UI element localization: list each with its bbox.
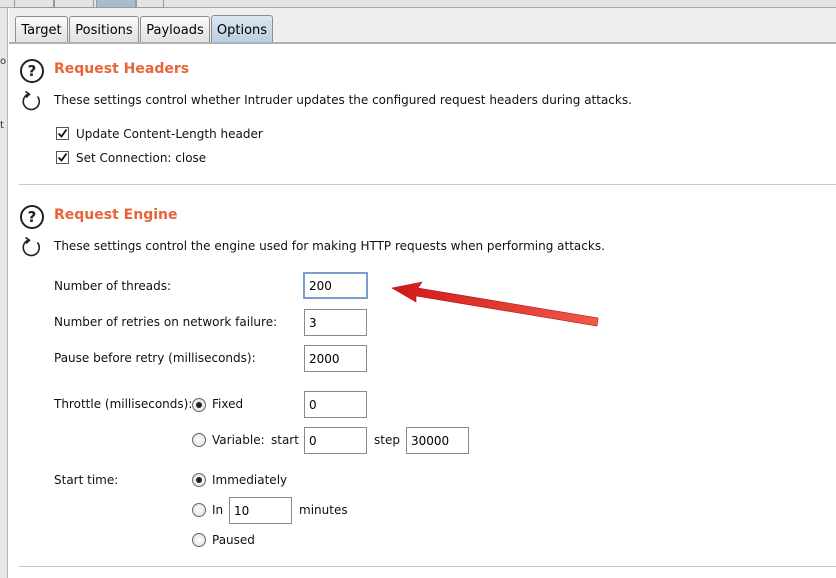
help-icon[interactable]: ? (20, 59, 44, 83)
step-label: step (374, 433, 400, 447)
retries-label: Number of retries on network failure: (54, 315, 278, 329)
section-description: These settings control whether Intruder … (54, 93, 632, 107)
left-panel-fragment: t (0, 120, 4, 131)
tab-payloads[interactable]: Payloads (140, 16, 210, 44)
outer-tab[interactable] (14, 0, 54, 8)
radio-label: In (212, 503, 224, 517)
radio-label: Variable: (212, 433, 265, 447)
start-paused-radio[interactable] (192, 533, 206, 547)
outer-tab[interactable] (136, 0, 164, 8)
checkmark-icon (57, 152, 68, 162)
left-panel-fragment: o (0, 56, 7, 67)
start-immediately-radio[interactable] (192, 473, 206, 487)
set-connection-close-checkbox[interactable] (56, 151, 69, 164)
throttle-label: Throttle (milliseconds): (54, 397, 193, 411)
section-title-request-engine: Request Engine (54, 207, 178, 223)
radio-label: Paused (212, 533, 255, 547)
refresh-icon[interactable] (20, 235, 44, 259)
section-title-request-headers: Request Headers (54, 61, 190, 77)
throttle-fixed-input[interactable] (304, 391, 367, 418)
intruder-tab-bar: Target Positions Payloads Options (9, 8, 836, 45)
refresh-icon[interactable] (20, 89, 44, 113)
options-panel: ? Request Headers These settings control… (9, 44, 836, 578)
throttle-start-input[interactable] (304, 427, 367, 454)
threads-label: Number of threads: (54, 279, 172, 293)
pause-label: Pause before retry (milliseconds): (54, 351, 256, 365)
checkbox-label: Update Content-Length header (76, 127, 263, 141)
minutes-label: minutes (299, 503, 348, 517)
throttle-step-input[interactable] (406, 427, 469, 454)
checkbox-label: Set Connection: close (76, 151, 207, 165)
threads-input[interactable] (303, 272, 368, 299)
update-content-length-checkbox[interactable] (56, 127, 69, 140)
checkmark-icon (57, 128, 68, 138)
help-icon[interactable]: ? (20, 205, 44, 229)
throttle-fixed-radio[interactable] (192, 398, 206, 412)
outer-tab-strip (0, 0, 836, 8)
left-panel-edge: o t (0, 8, 8, 578)
start-time-label: Start time: (54, 473, 119, 487)
start-in-radio[interactable] (192, 503, 206, 517)
tab-options[interactable]: Options (211, 15, 273, 45)
radio-label: Fixed (212, 397, 244, 411)
throttle-variable-radio[interactable] (192, 433, 206, 447)
section-divider (19, 566, 836, 567)
outer-tab-selected[interactable] (96, 0, 136, 8)
radio-label: Immediately (212, 473, 288, 487)
section-divider (19, 184, 836, 185)
start-label: start (271, 433, 299, 447)
start-in-minutes-input[interactable] (229, 497, 292, 524)
pause-input[interactable] (304, 345, 367, 372)
tab-positions[interactable]: Positions (69, 16, 139, 44)
section-description: These settings control the engine used f… (54, 239, 605, 253)
tab-target[interactable]: Target (15, 16, 68, 44)
retries-input[interactable] (304, 309, 367, 336)
outer-tab[interactable] (54, 0, 94, 8)
